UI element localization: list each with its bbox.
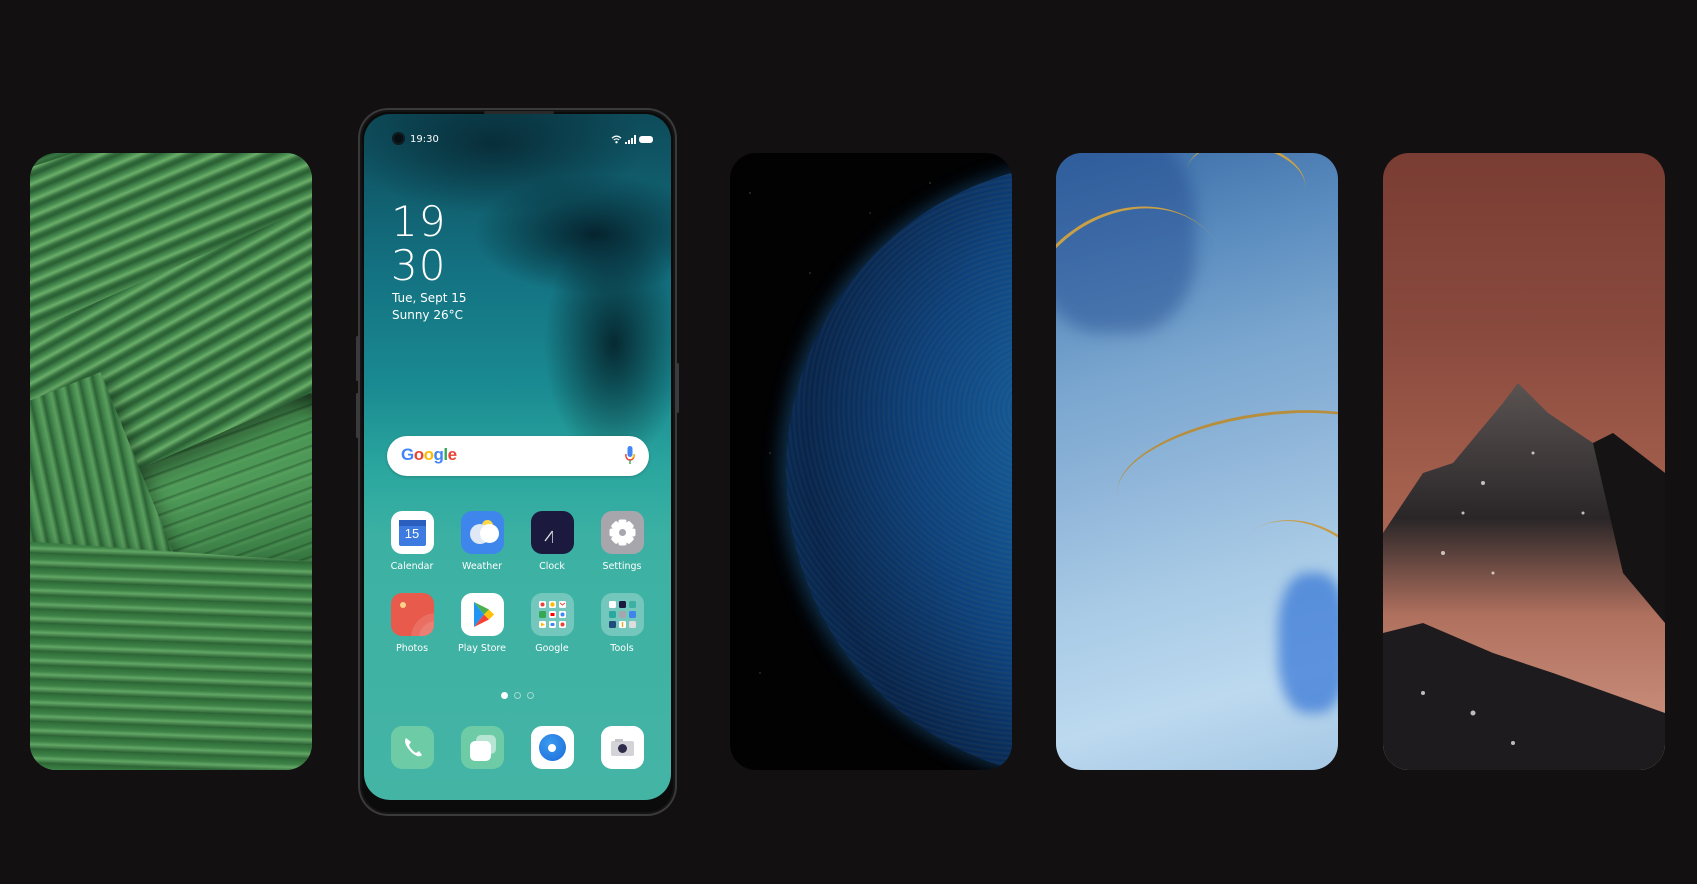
app-label: Photos xyxy=(395,643,429,654)
volume-down-button xyxy=(356,393,359,438)
page-dot[interactable] xyxy=(514,692,521,699)
page-indicator xyxy=(364,692,671,699)
weather-text: Sunny 26°C xyxy=(392,308,463,322)
calendar-icon: 15 xyxy=(390,511,434,554)
folder-tools[interactable]: Tools xyxy=(592,593,652,654)
clock-hour: 19 xyxy=(391,197,447,246)
status-bar: 19:30 xyxy=(364,132,671,150)
mountain-illustration xyxy=(1383,383,1665,770)
mic-icon[interactable] xyxy=(625,446,635,466)
app-label: Clock xyxy=(539,561,565,572)
power-button xyxy=(676,363,679,413)
wallpaper-card-blue-marble[interactable] xyxy=(1056,153,1338,770)
dock-browser[interactable] xyxy=(522,726,582,769)
app-label: Google xyxy=(535,643,569,654)
status-time: 19:30 xyxy=(410,134,439,145)
leaf-stripe xyxy=(30,536,312,770)
app-label: Tools xyxy=(610,643,634,654)
browser-icon xyxy=(530,726,574,769)
page-dot[interactable] xyxy=(501,692,508,699)
phone-screen: 19:30 19 30 Tue, Sept 15 Sunny 26°C Goog… xyxy=(364,114,671,800)
clock-icon xyxy=(530,511,574,554)
date-weather: Tue, Sept 15 Sunny 26°C xyxy=(392,290,467,324)
app-calendar[interactable]: 15 Calendar xyxy=(382,511,442,572)
google-search-bar[interactable]: Google xyxy=(387,436,649,476)
app-weather[interactable]: Weather xyxy=(452,511,512,572)
app-play-store[interactable]: Play Store xyxy=(452,593,512,654)
signal-icon xyxy=(625,135,636,144)
wifi-icon xyxy=(611,135,622,144)
gear-icon xyxy=(600,511,644,554)
lock-clock: 19 30 xyxy=(391,200,446,288)
date-text: Tue, Sept 15 xyxy=(392,291,467,305)
weather-icon xyxy=(460,511,504,554)
messages-icon xyxy=(460,726,504,769)
phone-icon xyxy=(390,726,434,769)
photos-icon xyxy=(390,593,434,636)
dock-messages[interactable] xyxy=(452,726,512,769)
folder-google[interactable]: Google xyxy=(522,593,582,654)
phone-mockup: 19:30 19 30 Tue, Sept 15 Sunny 26°C Goog… xyxy=(356,108,679,816)
app-label: Play Store xyxy=(458,643,506,654)
calendar-date: 15 xyxy=(404,526,420,541)
app-label: Weather xyxy=(462,561,502,572)
app-label: Calendar xyxy=(390,561,434,572)
google-logo: Google xyxy=(401,445,457,464)
clock-minute: 30 xyxy=(391,241,447,290)
gold-vein xyxy=(1180,153,1312,226)
page-dot[interactable] xyxy=(527,692,534,699)
dock-phone[interactable] xyxy=(382,726,442,769)
dock-camera[interactable] xyxy=(592,726,652,769)
app-label: Settings xyxy=(602,561,642,572)
camera-icon xyxy=(600,726,644,769)
volume-up-button xyxy=(356,336,359,381)
folder-icon xyxy=(530,593,574,636)
app-clock[interactable]: Clock xyxy=(522,511,582,572)
front-camera xyxy=(392,132,405,145)
wallpaper-card-red-mountain[interactable] xyxy=(1383,153,1665,770)
battery-icon xyxy=(639,136,653,143)
folder-icon xyxy=(600,593,644,636)
app-photos[interactable]: Photos xyxy=(382,593,442,654)
app-settings[interactable]: Settings xyxy=(592,511,652,572)
wallpaper-card-green-leaves[interactable] xyxy=(30,153,312,770)
play-store-icon xyxy=(460,593,504,636)
wallpaper-card-blue-planet[interactable] xyxy=(730,153,1012,770)
